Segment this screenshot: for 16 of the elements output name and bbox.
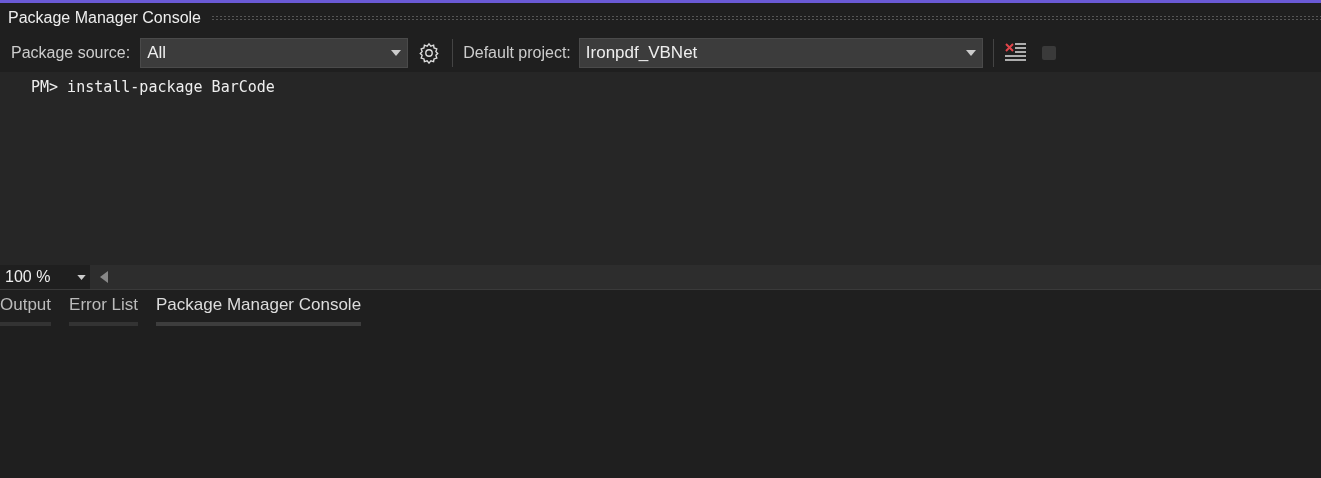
clear-console-icon[interactable] <box>1003 41 1028 64</box>
caret-icon <box>77 274 86 280</box>
scroll-left-icon[interactable] <box>100 271 108 283</box>
default-project-dropdown[interactable]: Ironpdf_VBNet <box>578 37 983 68</box>
panel-tab[interactable]: Error List <box>69 290 138 326</box>
default-project-label: Default project: <box>463 43 571 62</box>
panel-tab[interactable]: Output <box>0 290 52 326</box>
package-source-dropdown[interactable]: All <box>140 37 409 68</box>
console-command: PM> install-package BarCode <box>31 78 275 96</box>
zoom-dropdown[interactable]: 100 % <box>0 265 90 289</box>
panel-tab[interactable]: Package Manager Console <box>156 290 362 326</box>
window-title: Package Manager Console <box>8 9 201 27</box>
caret-icon <box>391 49 402 56</box>
package-source-label: Package source: <box>11 43 131 62</box>
settings-icon[interactable] <box>418 41 441 64</box>
caret-icon <box>965 49 976 56</box>
